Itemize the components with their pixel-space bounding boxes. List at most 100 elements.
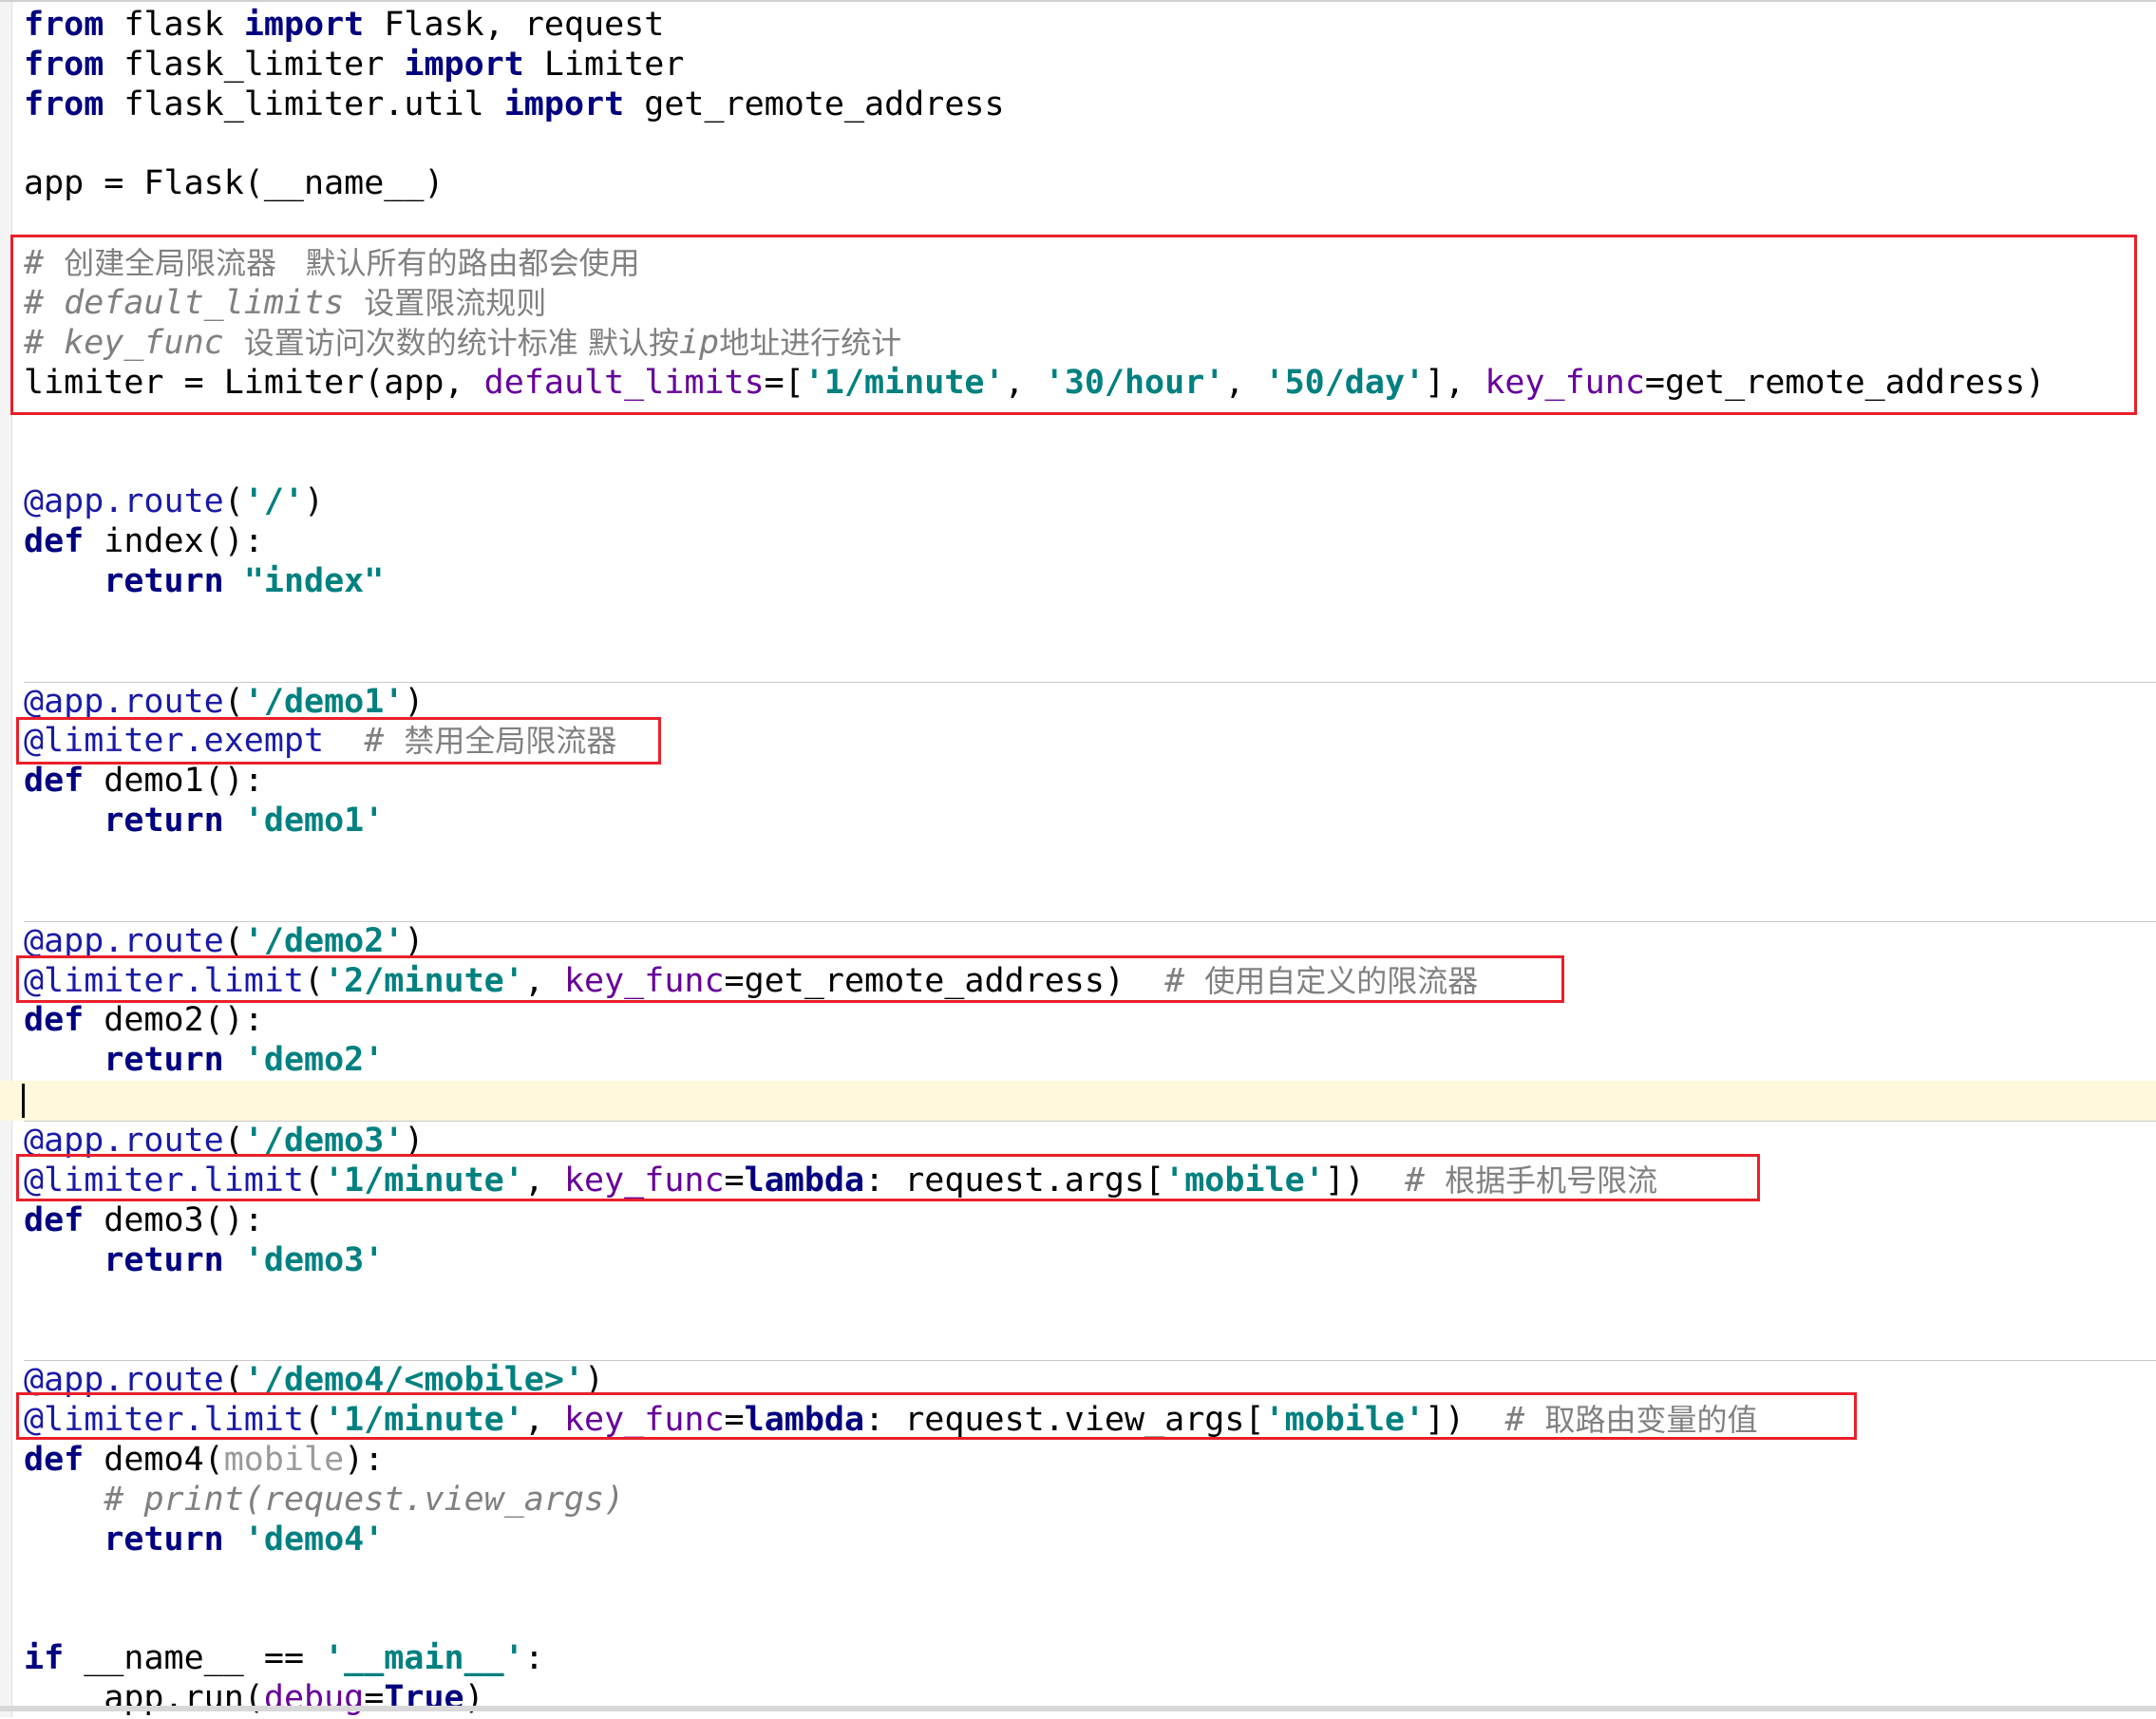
code-line[interactable]: app = Flask(__name__)	[24, 164, 2156, 204]
code-token-plain: flask_limiter	[104, 45, 405, 84]
code-token-plain: :	[523, 1639, 544, 1678]
code-line[interactable]	[24, 125, 2156, 165]
code-token-cmt: # print(request.view_args)	[104, 1480, 625, 1519]
code-token-kw: lambda	[744, 1161, 865, 1200]
code-line[interactable]	[24, 1560, 2156, 1600]
code-line[interactable]: from flask_limiter.util import get_remot…	[24, 85, 2156, 125]
code-token-plain: (	[304, 961, 325, 1000]
code-line[interactable]: @app.route('/demo3')	[24, 1121, 2156, 1162]
code-token-plain: ):	[344, 1440, 385, 1479]
code-token-plain: (	[223, 682, 244, 721]
code-token-kw: return	[104, 1520, 224, 1558]
code-line[interactable]: return 'demo2'	[24, 1041, 2156, 1081]
code-token-str: 'mobile'	[1264, 1401, 1426, 1440]
code-token-dec: @app.route	[24, 1122, 224, 1161]
code-line[interactable]: from flask import Flask, request	[24, 6, 2156, 46]
code-token-plain: =	[364, 1679, 385, 1718]
code-token-kw: return	[104, 802, 224, 841]
code-line[interactable]: app.run(debug=True)	[24, 1679, 2156, 1719]
code-line[interactable]: def demo2():	[24, 1001, 2156, 1041]
code-line[interactable]: @limiter.limit('2/minute', key_func=get_…	[24, 962, 2156, 1002]
code-token-plain: (	[223, 921, 244, 960]
code-token-str: 'mobile'	[1164, 1161, 1325, 1200]
code-line[interactable]	[24, 1281, 2156, 1321]
code-line[interactable]	[24, 1599, 2156, 1639]
code-area[interactable]: from flask import Flask, request from fla…	[0, 6, 2156, 1719]
code-token-cjk: 根据手机号限流	[1445, 1162, 1658, 1199]
code-token-str: '1/minute'	[324, 1401, 524, 1440]
horizontal-scrollbar[interactable]	[0, 1706, 2156, 1711]
code-line[interactable]: @limiter.limit('1/minute', key_func=lamb…	[24, 1162, 2156, 1201]
code-token-plain: get_remote_address	[624, 85, 1005, 123]
code-token-plain: Flask, request	[364, 6, 665, 44]
code-line[interactable]	[24, 1320, 2156, 1360]
code-token-dec: @limiter.limit	[24, 961, 305, 1000]
code-token-str: '/demo2'	[243, 921, 405, 960]
code-line[interactable]: from flask_limiter import Limiter	[24, 46, 2156, 85]
code-line[interactable]: limiter = Limiter(app, default_limits=['…	[24, 364, 2156, 404]
code-token-plain: )	[404, 682, 425, 721]
code-line[interactable]: # 创建全局限流器 默认所有的路由都会使用	[24, 244, 2156, 284]
code-line[interactable]: @app.route('/')	[24, 482, 2156, 522]
code-line[interactable]: # print(request.view_args)	[24, 1481, 2156, 1521]
code-line[interactable]: @limiter.exempt # 禁用全局限流器	[24, 722, 2156, 762]
code-token-plain: ,	[523, 1161, 564, 1200]
code-line[interactable]: def demo4(mobile):	[24, 1441, 2156, 1481]
code-token-kw: return	[104, 1240, 224, 1279]
code-token-str: '50/day'	[1264, 363, 1426, 402]
code-token-plain: demo3():	[84, 1200, 264, 1239]
code-token-kw: import	[404, 45, 524, 84]
code-line[interactable]: # default_limits 设置限流规则	[24, 284, 2156, 324]
code-token-plain: )	[584, 1361, 605, 1400]
code-token-plain: ])	[1425, 1401, 1505, 1440]
code-line[interactable]: return 'demo1'	[24, 802, 2156, 841]
code-token-plain: (	[304, 1161, 325, 1200]
code-token-param: mobile	[223, 1440, 345, 1479]
code-line[interactable]: def demo1():	[24, 762, 2156, 802]
code-token-kw: if	[24, 1639, 65, 1678]
code-token-plain: ])	[1324, 1161, 1406, 1200]
code-token-plain: limiter = Limiter(app,	[24, 363, 484, 402]
code-token-cjk: 禁用全局限流器	[404, 723, 617, 760]
code-line[interactable]: return 'demo4'	[24, 1521, 2156, 1560]
code-line[interactable]	[24, 841, 2156, 881]
code-line[interactable]: @limiter.limit('1/minute', key_func=lamb…	[24, 1401, 2156, 1441]
code-line[interactable]: @app.route('/demo2')	[24, 920, 2156, 962]
code-token-dec: @limiter.limit	[24, 1401, 305, 1440]
code-line[interactable]	[24, 642, 2156, 682]
code-token-cjk: 地址进行统计	[719, 324, 902, 361]
code-token-plain: Limiter	[523, 45, 685, 84]
code-token-kw: from	[24, 6, 104, 44]
code-token-plain: =	[724, 1401, 745, 1440]
code-line[interactable]	[24, 404, 2156, 444]
code-token-cjk: 设置访问次数的统计标准 默认按	[243, 324, 679, 361]
code-line[interactable]: if __name__ == '__main__':	[24, 1639, 2156, 1679]
code-token-plain: )	[404, 1122, 425, 1161]
code-line[interactable]: return "index"	[24, 562, 2156, 602]
code-line[interactable]	[24, 204, 2156, 244]
code-line[interactable]: @app.route('/demo1')	[24, 681, 2156, 723]
code-line[interactable]	[24, 602, 2156, 642]
code-line[interactable]: return 'demo3'	[24, 1241, 2156, 1281]
code-line[interactable]	[0, 1081, 2156, 1122]
code-editor[interactable]: from flask import Flask, request from fla…	[0, 0, 2156, 1717]
code-token-kwarg: debug	[263, 1679, 365, 1718]
code-line[interactable]: @app.route('/demo4/<mobile>')	[24, 1360, 2156, 1401]
code-line[interactable]: def demo3():	[24, 1201, 2156, 1241]
code-line[interactable]	[24, 443, 2156, 482]
code-token-plain: : request.view_args[	[864, 1401, 1265, 1440]
code-line[interactable]	[24, 881, 2156, 921]
code-token-str: 'demo4'	[243, 1520, 385, 1558]
editor-gutter[interactable]	[0, 2, 12, 1717]
code-token-str: '2/minute'	[324, 961, 524, 1000]
code-line[interactable]: # key_func 设置访问次数的统计标准 默认按ip地址进行统计	[24, 324, 2156, 364]
code-line[interactable]: def index():	[24, 522, 2156, 562]
code-token-cmt: #	[364, 722, 405, 761]
